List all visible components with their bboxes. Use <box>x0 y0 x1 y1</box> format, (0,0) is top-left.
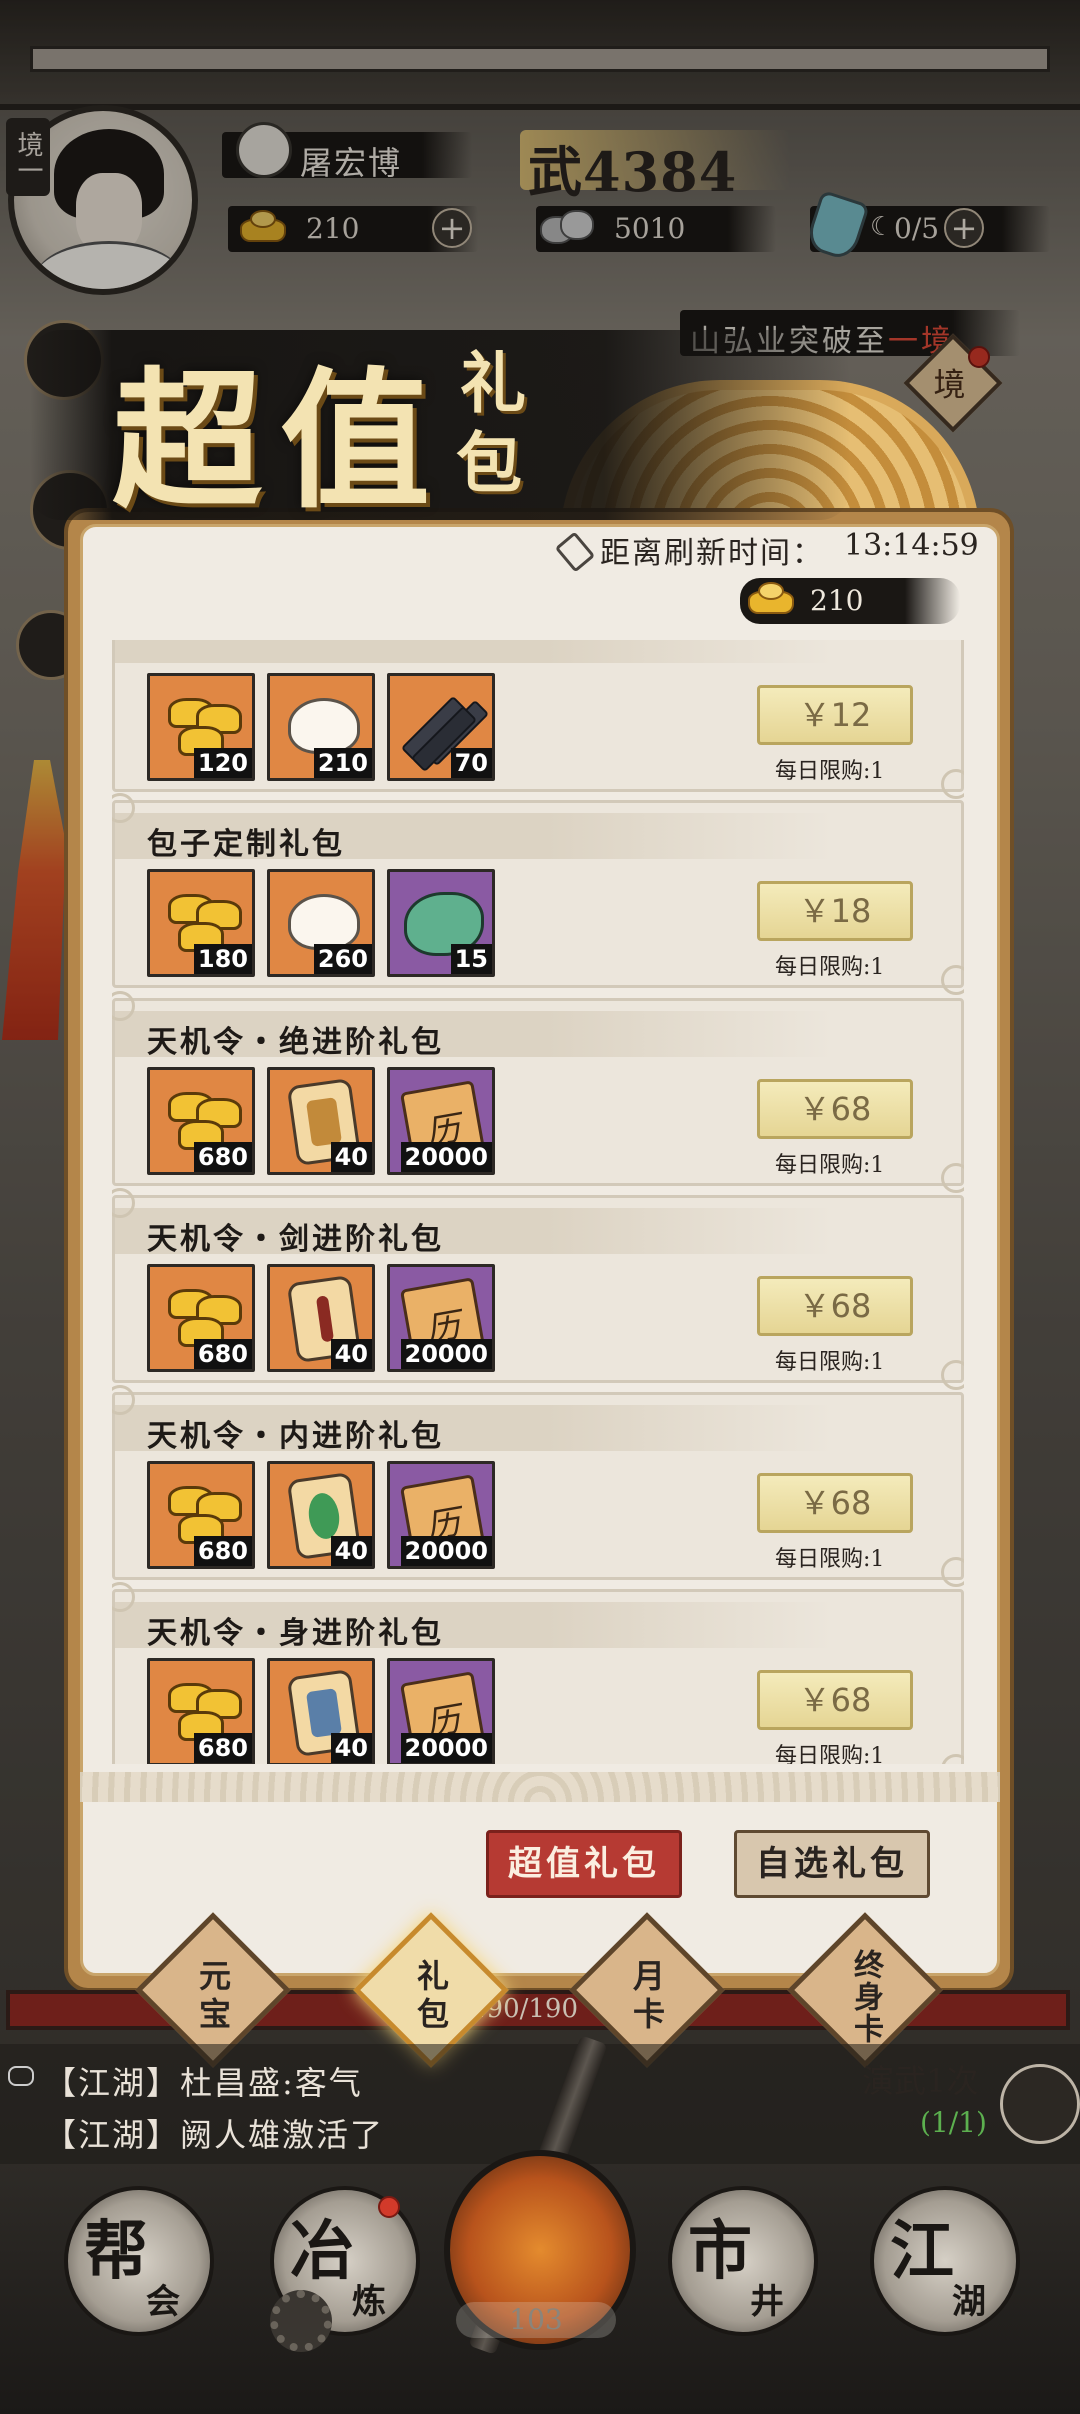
pack-title: 天机令・绝进阶礼包 <box>147 1025 444 1060</box>
corner-cloud-decoration <box>941 1557 964 1587</box>
chat-line-2: 【江湖】阙人雄激活了 <box>44 2116 385 2154</box>
practice-count: (1/1) <box>920 2106 987 2139</box>
reward-count: 680 <box>193 1733 252 1763</box>
corner-cloud-decoration <box>941 1754 964 1764</box>
reward-item[interactable]: 历 20000 <box>387 1461 495 1569</box>
buy-button[interactable]: ￥18 <box>757 881 913 941</box>
chat-line-1: 【江湖】杜昌盛:客气 <box>44 2064 363 2102</box>
daily-limit: 每日限购:1 <box>775 955 885 980</box>
reward-item[interactable]: 680 <box>147 1264 255 1372</box>
practice-label: 演武1次 <box>862 2062 979 2100</box>
pack-title-bg: 天机令・内进阶礼包 <box>115 1405 835 1454</box>
daily-limit: 每日限购:1 <box>775 1350 885 1375</box>
buy-button[interactable]: ￥68 <box>757 1079 913 1139</box>
tab-value-pack[interactable]: 超值礼包 <box>486 1830 682 1898</box>
pack-title: 包子定制礼包 <box>147 827 345 862</box>
reward-count: 180 <box>193 944 252 974</box>
corner-cloud-decoration <box>941 769 964 799</box>
reward-count: 20000 <box>400 1733 492 1763</box>
reward-count: 15 <box>450 944 492 974</box>
pack-title-bg: 天机令・身进阶礼包 <box>115 1602 835 1651</box>
pack-card: 天机令・身进阶礼包 680 40 历 20000 ￥68 每日限购:1 <box>112 1582 964 1764</box>
reward-item[interactable]: 15 <box>387 869 495 977</box>
bun-count: 103 <box>456 2302 616 2338</box>
pack-card: 120 210 70 ￥12 每日限购:1 <box>112 640 964 799</box>
gold-ingot-icon <box>744 580 794 614</box>
pack-title-bg: 天机令・绝进阶礼包 <box>115 1011 835 1060</box>
reward-item[interactable]: 40 <box>267 1461 375 1569</box>
chat-bubble-icon[interactable] <box>8 2066 34 2086</box>
buy-button[interactable]: ￥68 <box>757 1276 913 1336</box>
corner-cloud-decoration <box>941 1360 964 1390</box>
reward-count: 680 <box>193 1142 252 1172</box>
nav-market[interactable]: 市井 <box>668 2186 818 2336</box>
settings-gear-icon[interactable] <box>270 2290 332 2352</box>
pack-title: 天机令・内进阶礼包 <box>147 1419 444 1454</box>
pack-list[interactable]: 120 210 70 ￥12 每日限购:1 包子定制礼包 180 260 15 ￥18 每日限购:1… <box>112 640 964 1764</box>
refresh-time: 13:14:59 <box>844 528 979 563</box>
daily-limit: 每日限购:1 <box>775 1153 885 1178</box>
corner-cloud-decoration <box>941 1163 964 1193</box>
reward-item[interactable]: 210 <box>267 673 375 781</box>
nav-jianghu[interactable]: 江湖 <box>870 2186 1020 2336</box>
reward-item[interactable]: 70 <box>387 673 495 781</box>
pack-title: 天机令・身进阶礼包 <box>147 1616 444 1651</box>
reward-count: 20000 <box>400 1142 492 1172</box>
refresh-label: 距离刷新时间： <box>600 536 824 571</box>
daily-limit: 每日限购:1 <box>775 1744 885 1764</box>
reward-item[interactable]: 历 20000 <box>387 1658 495 1764</box>
reward-count: 40 <box>330 1339 372 1369</box>
cloud-border <box>80 1772 1000 1802</box>
buy-button[interactable]: ￥12 <box>757 685 913 745</box>
reward-item[interactable]: 260 <box>267 869 375 977</box>
reward-count: 260 <box>313 944 372 974</box>
pack-title-bg: 包子定制礼包 <box>115 813 835 862</box>
reward-count: 680 <box>193 1536 252 1566</box>
title-char-2: 值 <box>280 353 431 529</box>
reward-count: 40 <box>330 1536 372 1566</box>
reward-item[interactable]: 40 <box>267 1658 375 1764</box>
buy-button[interactable]: ￥68 <box>757 1670 913 1730</box>
reward-count: 20000 <box>400 1339 492 1369</box>
nav-gang[interactable]: 帮会 <box>64 2186 214 2336</box>
daily-limit: 每日限购:1 <box>775 759 885 784</box>
reward-item[interactable]: 40 <box>267 1264 375 1372</box>
title-char-1: 超 <box>112 353 263 529</box>
tab-custom-pack[interactable]: 自选礼包 <box>734 1830 930 1898</box>
reward-count: 210 <box>313 748 372 778</box>
reward-count: 70 <box>450 748 492 778</box>
buy-button[interactable]: ￥68 <box>757 1473 913 1533</box>
reward-item[interactable]: 680 <box>147 1067 255 1175</box>
pack-card: 天机令・剑进阶礼包 680 40 历 20000 ￥68 每日限购:1 <box>112 1188 964 1390</box>
reward-item[interactable]: 180 <box>147 869 255 977</box>
pack-title-bg: 天机令・剑进阶礼包 <box>115 1208 835 1257</box>
pack-title-bg <box>115 640 835 663</box>
reward-item[interactable]: 680 <box>147 1461 255 1569</box>
practice-beast-icon[interactable] <box>1000 2064 1080 2144</box>
reward-count: 40 <box>330 1733 372 1763</box>
reward-count: 20000 <box>400 1536 492 1566</box>
pack-card: 包子定制礼包 180 260 15 ￥18 每日限购:1 <box>112 793 964 995</box>
reward-item[interactable]: 40 <box>267 1067 375 1175</box>
pack-card: 天机令・内进阶礼包 680 40 历 20000 ￥68 每日限购:1 <box>112 1385 964 1587</box>
pack-title: 天机令・剑进阶礼包 <box>147 1222 444 1257</box>
daily-limit: 每日限购:1 <box>775 1547 885 1572</box>
reward-count: 680 <box>193 1339 252 1369</box>
reward-item[interactable]: 120 <box>147 673 255 781</box>
reward-item[interactable]: 680 <box>147 1658 255 1764</box>
gold-balance: 210 <box>810 584 864 617</box>
pack-card: 天机令・绝进阶礼包 680 40 历 20000 ￥68 每日限购:1 <box>112 991 964 1193</box>
reward-count: 120 <box>193 748 252 778</box>
corner-cloud-decoration <box>941 965 964 995</box>
reward-item[interactable]: 历 20000 <box>387 1264 495 1372</box>
reward-count: 40 <box>330 1142 372 1172</box>
smelt-red-dot <box>378 2196 400 2218</box>
title-char-4: 包 <box>456 424 522 502</box>
reward-item[interactable]: 历 20000 <box>387 1067 495 1175</box>
